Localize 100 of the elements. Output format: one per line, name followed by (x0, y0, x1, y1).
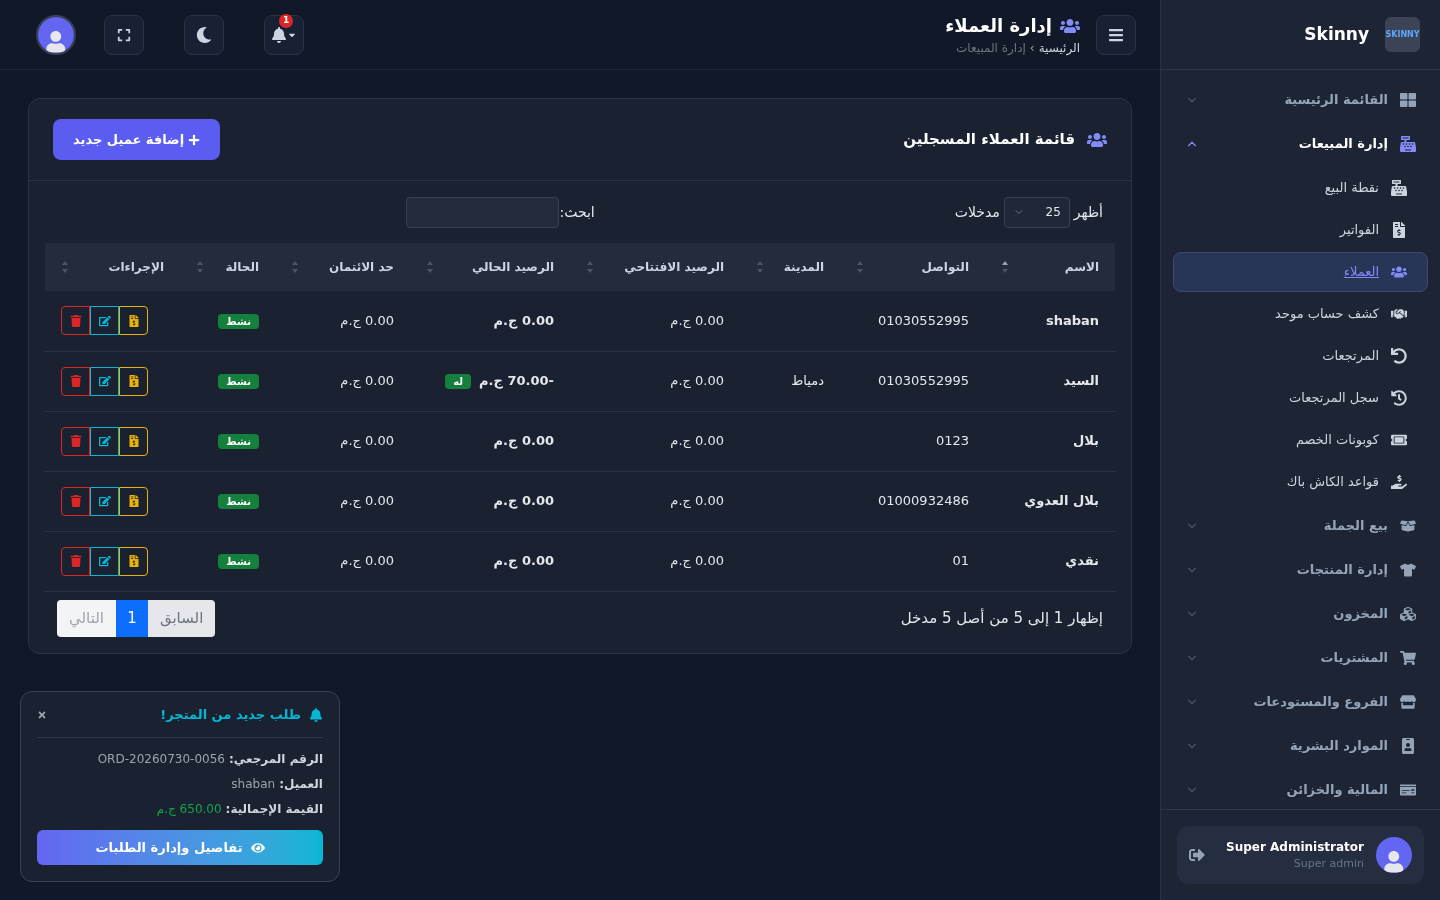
edit-button[interactable] (90, 546, 119, 576)
previous-button[interactable]: السابق (147, 599, 216, 637)
menu-item[interactable]: العملاء (1173, 252, 1428, 292)
column-header[interactable]: حد الائتمان (329, 258, 394, 276)
delete-button[interactable] (61, 426, 90, 456)
breadcrumb-separator: › (1029, 40, 1035, 57)
page-size-select[interactable]: 25 (1003, 196, 1070, 228)
column-header[interactable]: الاسم (1064, 258, 1099, 276)
search-field[interactable] (406, 196, 560, 228)
hand-money-icon (1391, 474, 1407, 490)
menu-item[interactable]: الفواتير (1173, 210, 1428, 250)
menu-group[interactable]: المخزون (1173, 592, 1428, 636)
notification-button[interactable]: 1 (264, 14, 304, 55)
cash-register-icon (1391, 180, 1407, 196)
credit-limit: 0.00 ج.م (340, 373, 394, 389)
trash-icon (69, 314, 82, 327)
menu-group[interactable]: الموارد البشرية (1173, 724, 1428, 768)
theme-button[interactable] (184, 14, 224, 55)
detail-label: القيمة الإجمالية: (225, 801, 323, 818)
user-name: Super Administrator (1226, 838, 1364, 856)
menu-item[interactable]: كوبونات الخصم (1173, 420, 1428, 460)
menu-item[interactable]: المرتجعات (1173, 336, 1428, 376)
page-title: إدارة العملاء (945, 14, 1052, 38)
menu-item[interactable]: نقطة البيع (1173, 168, 1428, 208)
avatar (1376, 837, 1412, 873)
menu-group[interactable]: المالية والخزائن (1173, 768, 1428, 809)
menu-group[interactable]: إدارة المبيعات (1173, 122, 1428, 166)
status-badge: نشط (218, 434, 259, 450)
avatar (38, 16, 74, 53)
moon-icon (196, 26, 212, 43)
edit-button[interactable] (90, 426, 119, 456)
breadcrumb-link[interactable]: الرئيسية (1038, 39, 1080, 57)
table-info: إظهار 1 إلى 5 من أصل 5 مدخل (900, 607, 1103, 629)
phone-number: 01030552995 (878, 313, 969, 328)
edit-button[interactable] (90, 306, 119, 336)
shirt-icon (1400, 562, 1416, 578)
undo-icon (1391, 348, 1407, 364)
menu-item[interactable]: سجل المرتجعات (1173, 378, 1428, 418)
menu-group[interactable]: إدارة المنتجات (1173, 548, 1428, 592)
delete-button[interactable] (61, 486, 90, 516)
invoice-icon (1391, 222, 1407, 238)
close-icon[interactable] (37, 709, 47, 720)
edit-icon (98, 314, 111, 327)
current-balance: -70.00 ج.م (479, 372, 554, 391)
grid-icon (1400, 92, 1416, 108)
edit-icon (98, 495, 111, 507)
delete-button[interactable] (61, 306, 90, 336)
card-title: قائمة العملاء المسجلين (903, 129, 1075, 151)
edit-button[interactable] (90, 366, 119, 396)
statement-button[interactable] (119, 486, 148, 516)
city-name: دمياط (791, 373, 824, 389)
statement-button[interactable] (119, 546, 148, 576)
toast-title: طلب جديد من المتجر! (160, 705, 301, 724)
column-header[interactable]: الرصيد الحالي (471, 258, 554, 276)
statement-button[interactable] (119, 426, 148, 456)
edit-icon (98, 555, 111, 567)
opening-balance: 0.00 ج.م (670, 373, 724, 389)
entries-label: مدخلات (954, 202, 1000, 222)
credit-limit: 0.00 ج.م (340, 313, 394, 328)
page-button[interactable]: 1 (115, 599, 148, 637)
delete-button[interactable] (61, 546, 90, 576)
balance-tag: له (445, 373, 472, 389)
current-balance: 0.00 ج.م (493, 492, 554, 511)
column-header[interactable]: الإجراءات (108, 258, 164, 276)
detail-value: 650.00 ج.م (156, 801, 222, 818)
menu-group[interactable]: المشتريات (1173, 636, 1428, 680)
cubes-icon (1400, 606, 1416, 622)
delete-button[interactable] (61, 366, 90, 396)
handshake-icon (1391, 306, 1407, 322)
menu-group[interactable]: الفروع والمستودعات (1173, 680, 1428, 724)
menu-item[interactable]: قواعد الكاش باك (1173, 462, 1428, 502)
phone-number: 0123 (935, 433, 969, 449)
invoice-icon (127, 555, 140, 567)
column-header[interactable]: المدينة (783, 258, 824, 276)
menu-group[interactable]: بيع الجملة (1173, 504, 1428, 548)
column-header[interactable]: الرصيد الافتتاحي (624, 258, 724, 276)
history-icon (1391, 390, 1407, 406)
search-label: ابحث: (559, 202, 595, 222)
add-customer-button[interactable]: إضافة عميل جديد (53, 119, 221, 160)
sort-icon[interactable] (1001, 260, 1009, 274)
edit-button[interactable] (90, 486, 119, 516)
invoice-icon (127, 435, 140, 447)
menu-item[interactable]: كشف حساب موحد (1173, 294, 1428, 334)
cash-register-icon (1400, 136, 1416, 152)
phone-number: 01 (952, 553, 969, 569)
column-header[interactable]: الحالة (225, 258, 259, 276)
statement-button[interactable] (119, 306, 148, 336)
sign-out-icon[interactable] (1189, 847, 1205, 863)
fullscreen-button[interactable] (104, 14, 144, 55)
store-icon (1400, 694, 1416, 710)
column-header[interactable]: التواصل (921, 258, 969, 276)
status-badge: نشط (218, 494, 259, 510)
statement-button[interactable] (119, 366, 148, 396)
menu-group[interactable]: القائمة الرئيسية (1173, 78, 1428, 122)
users-icon (1391, 264, 1407, 280)
customer-name: السيد (1063, 373, 1099, 389)
opening-balance: 0.00 ج.م (670, 433, 724, 449)
menu-button[interactable] (1096, 14, 1136, 55)
ticket-icon (1391, 432, 1407, 448)
customer-name: بلال العدوي (1024, 493, 1099, 509)
